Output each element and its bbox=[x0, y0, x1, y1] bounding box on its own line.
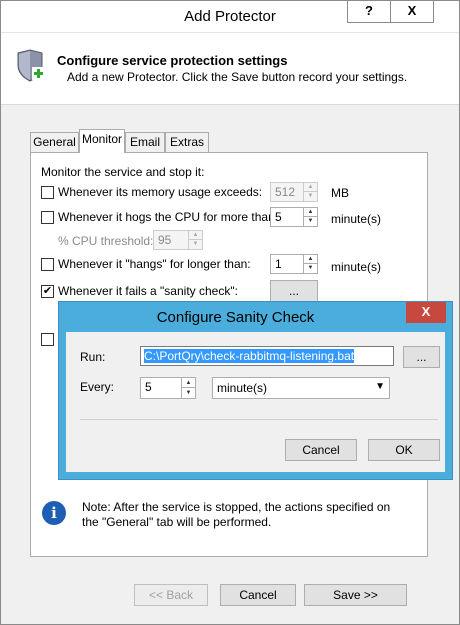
back-button[interactable]: << Back bbox=[134, 584, 208, 606]
title-bar: Add Protector ? X bbox=[1, 1, 459, 33]
cpu-checkbox[interactable] bbox=[41, 211, 54, 224]
sanity-label: Whenever it fails a "sanity check": bbox=[58, 284, 238, 298]
header-subtitle: Add a new Protector. Click the Save butt… bbox=[67, 70, 408, 84]
divider bbox=[80, 419, 438, 420]
interval-value: 5 bbox=[145, 380, 152, 394]
stepper-down-icon[interactable]: ▼ bbox=[181, 388, 195, 398]
shield-add-icon bbox=[17, 49, 45, 82]
tab-email[interactable]: Email bbox=[125, 132, 165, 152]
memory-label: Whenever its memory usage exceeds: bbox=[58, 185, 263, 199]
cpu-threshold-label: % CPU threshold: bbox=[58, 234, 154, 248]
chevron-down-icon: ▼ bbox=[375, 381, 385, 392]
tab-monitor[interactable]: Monitor bbox=[79, 129, 125, 153]
note-text: Note: After the service is stopped, the … bbox=[82, 500, 391, 529]
help-button[interactable]: ? bbox=[347, 1, 391, 23]
stepper-up-icon[interactable]: ▲ bbox=[303, 255, 317, 264]
add-protector-window: Add Protector ? X Configure service prot… bbox=[0, 0, 460, 625]
run-command-input[interactable]: C:\PortQry\check-rabbitmq-listening.bat bbox=[140, 346, 394, 366]
header-title: Configure service protection settings bbox=[57, 53, 288, 68]
stepper-up-icon[interactable]: ▲ bbox=[181, 378, 195, 388]
hangs-checkbox[interactable] bbox=[41, 258, 54, 271]
interval-unit-select[interactable]: minute(s) ▼ bbox=[212, 377, 390, 399]
info-icon: i bbox=[42, 501, 66, 525]
dialog-close-button[interactable]: X bbox=[406, 302, 446, 323]
memory-unit: MB bbox=[331, 186, 349, 200]
hangs-value: 1 bbox=[275, 257, 282, 271]
cpu-threshold-value: 95 bbox=[158, 233, 172, 247]
cpu-minutes-stepper[interactable]: 5 ▲ ▼ bbox=[270, 207, 318, 227]
run-command-value: C:\PortQry\check-rabbitmq-listening.bat bbox=[144, 349, 355, 363]
stepper-up-icon[interactable]: ▲ bbox=[188, 231, 202, 240]
cancel-button[interactable]: Cancel bbox=[220, 584, 296, 606]
partially-hidden-checkbox[interactable] bbox=[41, 333, 54, 346]
stepper-up-icon[interactable]: ▲ bbox=[303, 208, 317, 217]
cpu-label: Whenever it hogs the CPU for more than: bbox=[58, 210, 279, 224]
memory-stepper[interactable]: 512 ▲ ▼ bbox=[270, 182, 318, 202]
tab-general[interactable]: General bbox=[30, 132, 79, 152]
memory-value: 512 bbox=[275, 185, 296, 199]
stepper-down-icon[interactable]: ▼ bbox=[303, 217, 317, 226]
cpu-threshold-stepper[interactable]: 95 ▲ ▼ bbox=[153, 230, 203, 250]
sanity-checkbox[interactable]: ✔ bbox=[41, 285, 54, 298]
dialog-cancel-button[interactable]: Cancel bbox=[285, 439, 357, 461]
stepper-down-icon[interactable]: ▼ bbox=[188, 240, 202, 249]
memory-checkbox[interactable] bbox=[41, 186, 54, 199]
tab-extras[interactable]: Extras bbox=[165, 132, 209, 152]
browse-button[interactable]: ... bbox=[403, 346, 440, 368]
sanity-configure-button[interactable]: ... bbox=[270, 280, 318, 302]
stepper-down-icon[interactable]: ▼ bbox=[303, 192, 317, 201]
dialog-body: Run: C:\PortQry\check-rabbitmq-listening… bbox=[66, 332, 445, 472]
stepper-up-icon[interactable]: ▲ bbox=[303, 183, 317, 192]
header-banner: Configure service protection settings Ad… bbox=[1, 33, 459, 105]
cpu-unit: minute(s) bbox=[331, 212, 382, 226]
interval-unit-value: minute(s) bbox=[217, 381, 268, 395]
hangs-unit: minute(s) bbox=[331, 260, 382, 274]
interval-stepper[interactable]: 5 ▲ ▼ bbox=[140, 377, 196, 399]
stepper-down-icon[interactable]: ▼ bbox=[303, 264, 317, 273]
configure-sanity-check-dialog: Configure Sanity Check X Run: C:\PortQry… bbox=[58, 301, 453, 480]
close-button[interactable]: X bbox=[390, 1, 434, 23]
hangs-label: Whenever it "hangs" for longer than: bbox=[58, 257, 251, 271]
every-label: Every: bbox=[80, 380, 115, 394]
cpu-minutes-value: 5 bbox=[275, 210, 282, 224]
dialog-ok-button[interactable]: OK bbox=[368, 439, 440, 461]
monitor-intro: Monitor the service and stop it: bbox=[41, 165, 205, 179]
save-button[interactable]: Save >> bbox=[304, 584, 407, 606]
hangs-stepper[interactable]: 1 ▲ ▼ bbox=[270, 254, 318, 274]
dialog-title: Configure Sanity Check bbox=[156, 309, 315, 326]
run-label: Run: bbox=[80, 350, 106, 364]
